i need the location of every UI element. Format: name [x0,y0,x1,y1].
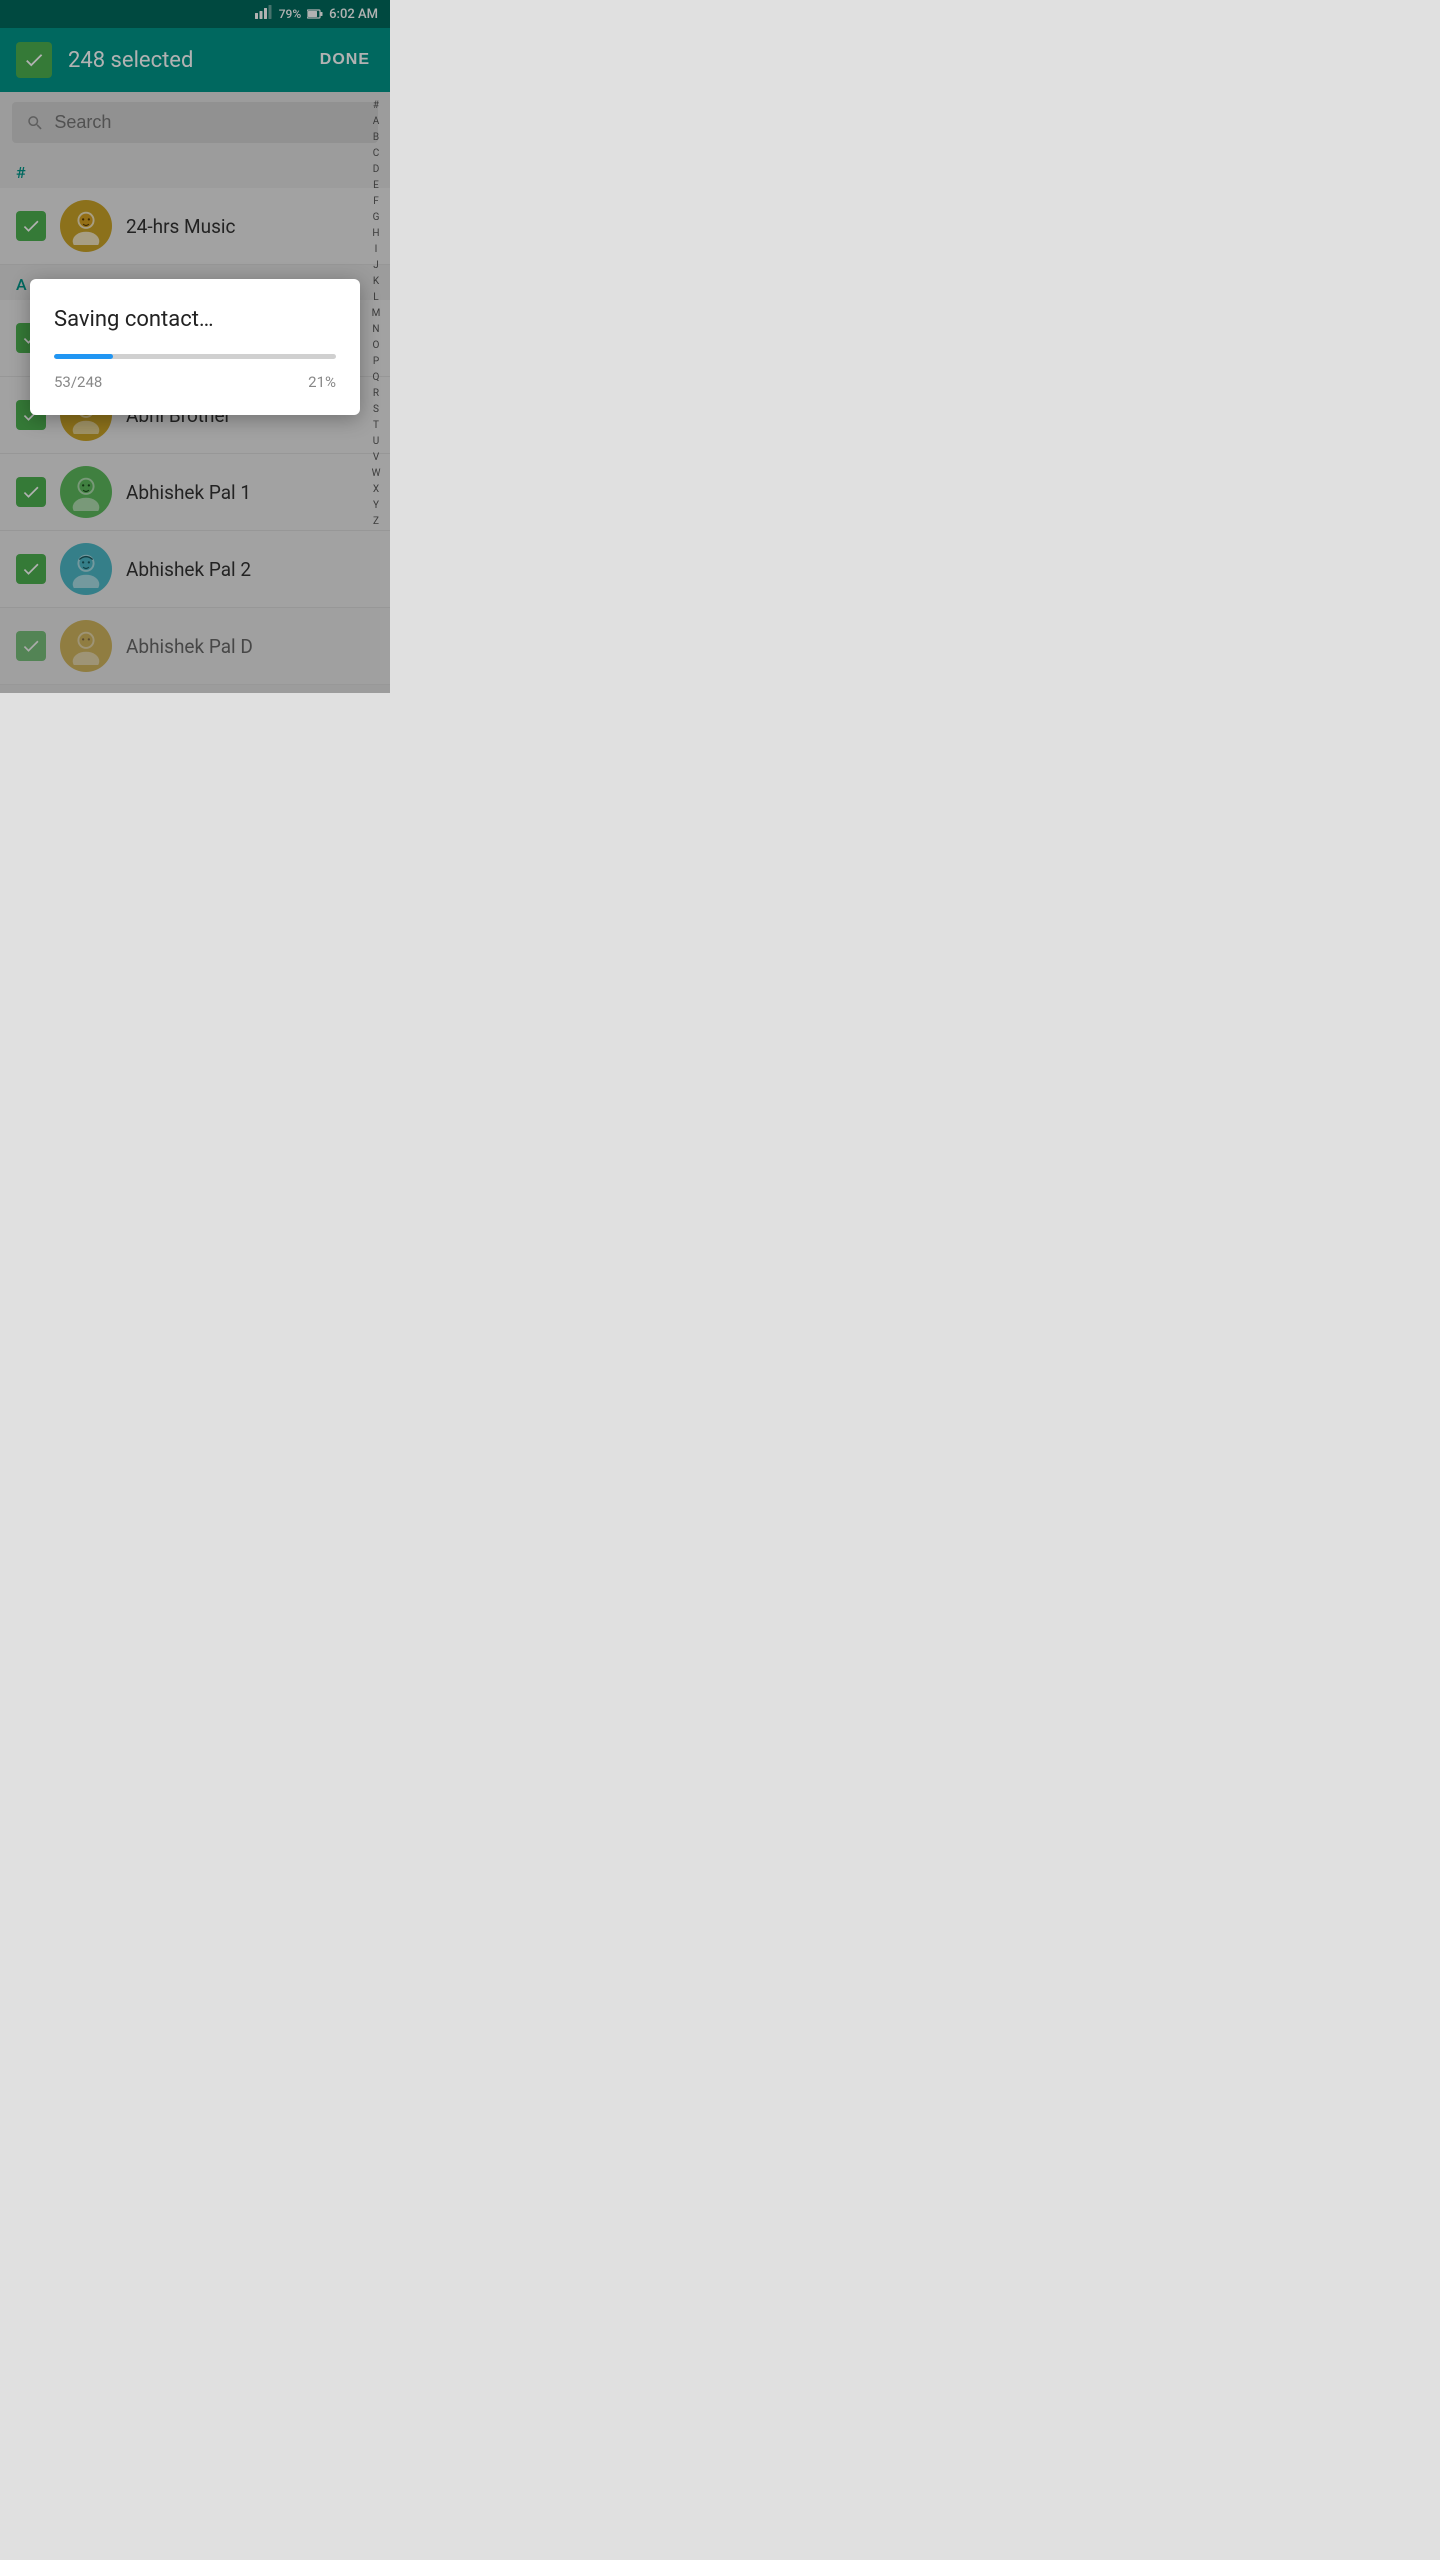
progress-track [54,354,336,359]
progress-percent: 21% [308,373,336,391]
dialog-title: Saving contact… [54,307,336,332]
progress-fill [54,354,113,359]
progress-labels: 53/248 21% [54,373,336,391]
save-contact-dialog: Saving contact… 53/248 21% [30,279,360,415]
modal-overlay: Saving contact… 53/248 21% [0,0,390,693]
progress-current: 53/248 [54,373,102,391]
